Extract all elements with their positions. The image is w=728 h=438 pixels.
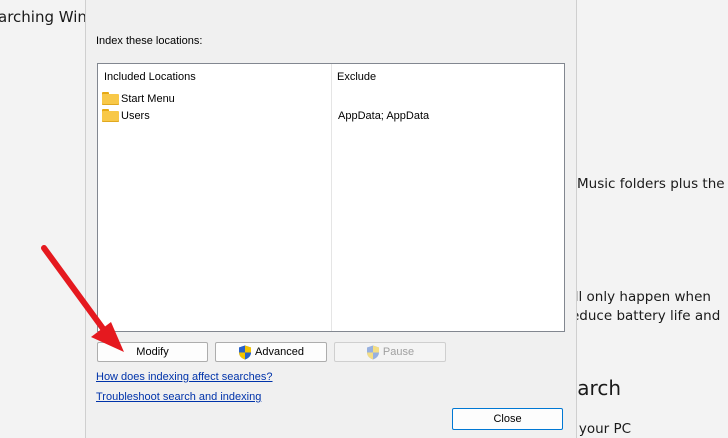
uac-shield-icon <box>366 345 379 359</box>
advanced-button[interactable]: Advanced <box>215 342 327 362</box>
column-divider[interactable] <box>331 64 332 331</box>
background-text: Music folders plus the <box>577 176 725 192</box>
location-name: Start Menu <box>121 93 175 105</box>
indexed-locations-list[interactable]: Included Locations Exclude Start Menu Us… <box>97 63 565 332</box>
indexing-affect-searches-link[interactable]: How does indexing affect searches? <box>96 371 273 383</box>
index-locations-label: Index these locations: <box>96 35 203 47</box>
uac-shield-icon <box>239 345 252 359</box>
column-header-included[interactable]: Included Locations <box>104 71 196 83</box>
background-text: educe battery life and <box>571 308 721 324</box>
location-name: Users <box>121 110 150 122</box>
advanced-button-label: Advanced <box>255 346 304 358</box>
indexing-options-dialog: Index these locations: Included Location… <box>85 0 577 438</box>
troubleshoot-indexing-link[interactable]: Troubleshoot search and indexing <box>96 391 261 403</box>
pause-button-label: Pause <box>382 346 415 358</box>
close-button[interactable]: Close <box>452 408 563 430</box>
modify-button[interactable]: Modify <box>97 342 208 362</box>
background-text: ill only happen when <box>571 289 711 305</box>
folder-icon <box>102 109 119 122</box>
folder-icon <box>102 92 119 105</box>
pause-button[interactable]: Pause <box>334 342 446 362</box>
column-header-exclude[interactable]: Exclude <box>337 71 376 83</box>
users-exclude-value: AppData; AppData <box>338 110 430 122</box>
